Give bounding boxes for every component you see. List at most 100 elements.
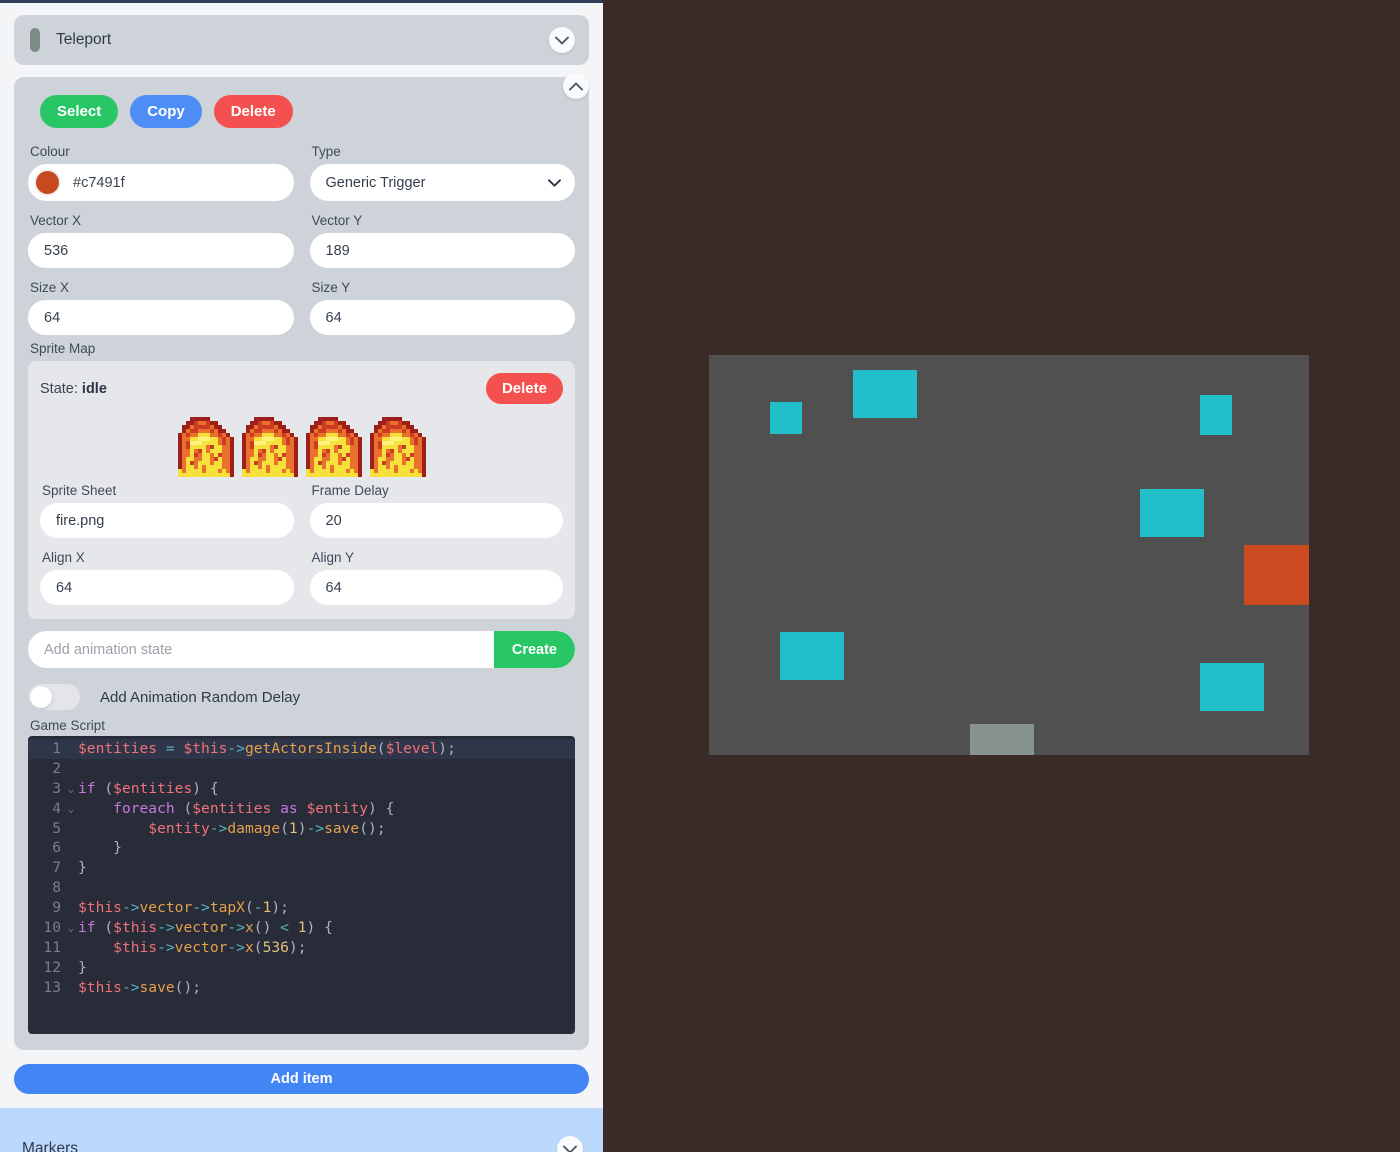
- code-line-text: $this->vector->tapX(-1);: [78, 899, 289, 917]
- code-fold-icon[interactable]: [64, 878, 78, 898]
- code-line-text: foreach ($entities as $entity) {: [113, 799, 395, 817]
- chevron-up-icon[interactable]: [563, 73, 589, 99]
- editor-panel: Teleport Select Copy Delete Colour #c749…: [0, 0, 603, 1152]
- align-y-input[interactable]: [309, 570, 563, 605]
- code-line[interactable]: 3 ⌄ if ($entities) {: [28, 779, 575, 799]
- vector-x-input[interactable]: [28, 233, 294, 268]
- code-line-text: if ($this->vector->x() < 1) {: [78, 919, 333, 937]
- code-line-number: 3: [52, 779, 61, 797]
- code-fold-icon[interactable]: [64, 739, 78, 759]
- actor-top-right[interactable]: [1200, 395, 1232, 435]
- trigger-teleport[interactable]: [1244, 545, 1309, 605]
- game-viewport[interactable]: [603, 0, 1400, 1152]
- sprite-sheet-label: Sprite Sheet: [42, 483, 117, 498]
- code-line[interactable]: 11 $this->vector->x(536);: [28, 938, 575, 958]
- code-line[interactable]: 6 }: [28, 838, 575, 858]
- vector-x-label: Vector X: [30, 213, 82, 228]
- code-line[interactable]: 4 ⌄ foreach ($entities as $entity) {: [28, 799, 575, 819]
- colour-value: #c7491f: [73, 174, 125, 191]
- code-fold-icon[interactable]: ⌄: [64, 799, 78, 819]
- code-fold-icon[interactable]: ⌄: [64, 918, 78, 938]
- code-fold-icon[interactable]: ⌄: [64, 779, 78, 799]
- random-delay-row: Add Animation Random Delay: [28, 684, 575, 710]
- code-line-text: if ($entities) {: [78, 779, 219, 797]
- code-line[interactable]: 10 ⌄ if ($this->vector->x() < 1) {: [28, 918, 575, 938]
- code-line[interactable]: 8: [28, 878, 575, 898]
- code-line-number: 8: [52, 879, 61, 897]
- sprite-state-row: State: idle Delete: [40, 373, 563, 404]
- align-row: Align X Align Y: [40, 550, 563, 605]
- colour-swatch-icon[interactable]: [34, 169, 61, 196]
- create-button[interactable]: Create: [493, 631, 575, 668]
- sprite-map-label: Sprite Map: [30, 341, 96, 356]
- size-row: Size X Size Y: [28, 280, 575, 335]
- add-animation-state-row: Create: [28, 631, 575, 668]
- type-select[interactable]: Generic Trigger: [309, 164, 575, 201]
- sprite-sheet-input[interactable]: [40, 503, 294, 538]
- code-fold-icon[interactable]: [64, 759, 78, 779]
- code-line-text: }: [78, 859, 87, 877]
- size-y-input[interactable]: [309, 300, 575, 335]
- copy-button[interactable]: Copy: [130, 95, 202, 128]
- code-line-number: 11: [43, 938, 61, 956]
- code-line[interactable]: 5 $entity->damage(1)->save();: [28, 819, 575, 839]
- code-line-text: }: [78, 958, 87, 976]
- frame-delay-input[interactable]: [309, 503, 563, 538]
- game-script-label: Game Script: [30, 718, 106, 733]
- type-field: Type Generic Trigger: [309, 144, 575, 201]
- sprite-frame: [238, 413, 302, 477]
- item-detail-panel: Select Copy Delete Colour #c7491f Type G…: [14, 73, 589, 1050]
- accordion-markers-label: Markers: [22, 1140, 78, 1152]
- random-delay-toggle[interactable]: [28, 684, 80, 710]
- code-fold-icon[interactable]: [64, 978, 78, 998]
- code-fold-icon[interactable]: [64, 958, 78, 978]
- chevron-down-icon[interactable]: [549, 27, 575, 53]
- sprite-delete-button[interactable]: Delete: [485, 373, 563, 404]
- colour-field: Colour #c7491f: [28, 144, 294, 201]
- code-fold-icon[interactable]: [64, 898, 78, 918]
- code-fold-icon[interactable]: [64, 858, 78, 878]
- align-x-input[interactable]: [40, 570, 294, 605]
- game-script-editor[interactable]: 1 $entities = $this->getActorsInside($lev…: [28, 736, 575, 1034]
- random-delay-label: Add Animation Random Delay: [100, 688, 301, 706]
- accordion-teleport[interactable]: Teleport: [14, 15, 589, 65]
- code-line[interactable]: 1 $entities = $this->getActorsInside($lev…: [28, 739, 575, 759]
- colour-input[interactable]: #c7491f: [28, 164, 294, 201]
- code-line-text: $entities = $this->getActorsInside($leve…: [78, 740, 456, 757]
- accordion-teleport-header[interactable]: Teleport: [14, 15, 589, 65]
- code-line-number: 1: [52, 740, 61, 757]
- platform-bottom[interactable]: [970, 724, 1034, 755]
- code-line-text: $this->save();: [78, 978, 202, 996]
- code-line-number: 7: [52, 859, 61, 877]
- code-line[interactable]: 7}: [28, 858, 575, 878]
- code-line[interactable]: 13 $this->save();: [28, 978, 575, 998]
- actor-mid-left[interactable]: [780, 632, 844, 680]
- game-canvas[interactable]: [709, 355, 1309, 755]
- actor-wide-top[interactable]: [853, 370, 917, 418]
- actor-mid-right[interactable]: [1140, 489, 1204, 537]
- size-y-label: Size Y: [311, 280, 351, 295]
- chevron-down-icon[interactable]: [557, 1136, 583, 1152]
- code-fold-icon[interactable]: [64, 938, 78, 958]
- size-x-input[interactable]: [28, 300, 294, 335]
- select-button[interactable]: Select: [40, 95, 119, 128]
- align-y-label: Align Y: [311, 550, 355, 565]
- vector-y-input[interactable]: [309, 233, 575, 268]
- sprite-sheet-row: Sprite Sheet Frame Delay: [40, 483, 563, 538]
- sprite-frame: [302, 413, 366, 477]
- code-fold-icon[interactable]: [64, 838, 78, 858]
- actor-bottom-right[interactable]: [1200, 663, 1264, 711]
- accordion-markers[interactable]: Markers: [0, 1108, 603, 1152]
- code-line[interactable]: 12}: [28, 958, 575, 978]
- code-line[interactable]: 9 $this->vector->tapX(-1);: [28, 898, 575, 918]
- delete-button[interactable]: Delete: [213, 95, 293, 128]
- code-line-number: 9: [52, 899, 61, 917]
- code-line[interactable]: 2: [28, 759, 575, 779]
- actor-small-top-left[interactable]: [770, 402, 802, 434]
- code-fold-icon[interactable]: [64, 819, 78, 839]
- code-line-number: 4: [52, 799, 61, 817]
- add-animation-state-input[interactable]: [28, 631, 494, 668]
- add-item-button[interactable]: Add item: [14, 1064, 589, 1094]
- code-line-text: $entity->damage(1)->save();: [148, 819, 386, 837]
- align-x-field: Align X: [40, 550, 294, 605]
